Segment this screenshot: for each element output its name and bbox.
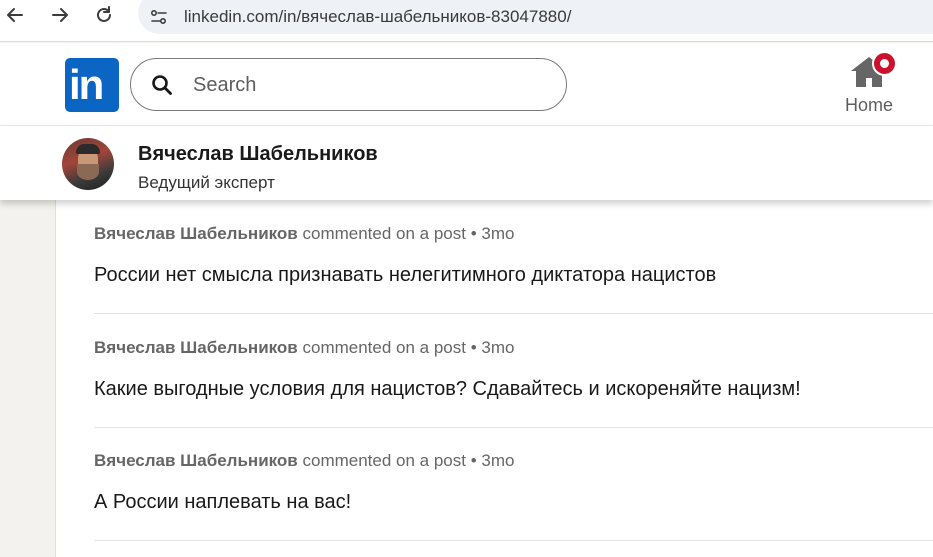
left-gutter bbox=[0, 200, 56, 557]
notification-badge bbox=[872, 51, 897, 76]
linkedin-global-nav: in Home bbox=[0, 43, 933, 126]
profile-sticky-header: Вячеслав Шабельников Ведущий эксперт bbox=[0, 126, 933, 200]
activity-meta: Вячеслав Шабельников commented on a post… bbox=[94, 451, 514, 471]
activity-time: 3mo bbox=[481, 224, 515, 243]
search-input[interactable] bbox=[193, 71, 533, 99]
activity-separator: • bbox=[470, 451, 477, 470]
forward-button[interactable] bbox=[48, 3, 72, 27]
linkedin-logo[interactable]: in bbox=[65, 58, 119, 112]
profile-name[interactable]: Вячеслав Шабельников bbox=[138, 143, 378, 166]
activity-action: commented on a post bbox=[302, 451, 466, 470]
activity-time: 3mo bbox=[481, 451, 515, 470]
activity-separator: • bbox=[470, 224, 477, 243]
comment-text[interactable]: А России наплевать на вас! bbox=[94, 491, 351, 514]
nav-home[interactable]: Home bbox=[836, 51, 902, 117]
activity-item[interactable]: Вячеслав Шабельников commented on a post… bbox=[94, 200, 933, 314]
activity-action: commented on a post bbox=[302, 338, 466, 357]
url-text[interactable]: linkedin.com/in/вячеслав-шабельников-830… bbox=[184, 7, 571, 27]
activity-author[interactable]: Вячеслав Шабельников bbox=[94, 451, 298, 470]
browser-toolbar: linkedin.com/in/вячеслав-шабельников-830… bbox=[0, 0, 933, 42]
profile-headline: Ведущий эксперт bbox=[138, 173, 275, 192]
activity-meta: Вячеслав Шабельников commented on a post… bbox=[94, 224, 514, 244]
address-bar[interactable]: linkedin.com/in/вячеслав-шабельников-830… bbox=[138, 0, 933, 34]
activity-item[interactable]: Вячеслав Шабельников commented on a post… bbox=[94, 314, 933, 428]
comment-text[interactable]: России нет смысла признавать нелегитимно… bbox=[94, 264, 716, 287]
comment-text[interactable]: Какие выгодные условия для нацистов? Сда… bbox=[94, 378, 801, 401]
activity-meta: Вячеслав Шабельников commented on a post… bbox=[94, 338, 514, 358]
activity-item[interactable]: Вячеслав Шабельников commented on a post… bbox=[94, 427, 933, 541]
logo-text: in bbox=[69, 61, 104, 108]
activity-author[interactable]: Вячеслав Шабельников bbox=[94, 224, 298, 243]
activity-action: commented on a post bbox=[302, 224, 466, 243]
search-bar[interactable] bbox=[130, 58, 567, 111]
activity-time: 3mo bbox=[481, 338, 515, 357]
avatar[interactable] bbox=[62, 138, 114, 190]
site-info-icon[interactable] bbox=[148, 6, 172, 30]
activity-author[interactable]: Вячеслав Шабельников bbox=[94, 338, 298, 357]
arrow-right-icon bbox=[52, 8, 68, 22]
reload-button[interactable] bbox=[92, 3, 116, 27]
home-label: Home bbox=[844, 95, 893, 115]
reload-icon bbox=[97, 6, 111, 22]
search-icon bbox=[150, 73, 174, 97]
activity-feed: Вячеслав Шабельников commented on a post… bbox=[56, 200, 933, 557]
back-button[interactable] bbox=[3, 3, 27, 27]
arrow-left-icon bbox=[7, 8, 23, 22]
activity-separator: • bbox=[470, 338, 477, 357]
